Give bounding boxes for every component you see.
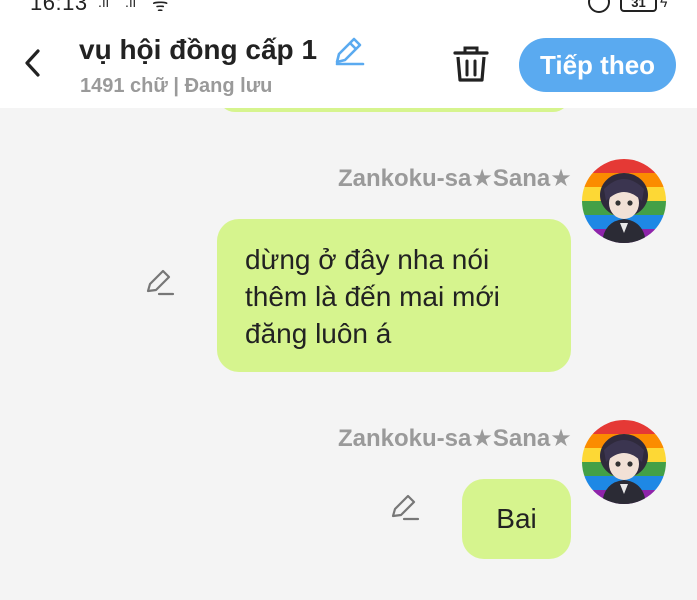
message-bubble[interactable]: dừng ở đây nha nói thêm là đến mai mới đ… — [217, 219, 571, 372]
previous-message-bubble[interactable] — [218, 108, 570, 112]
message-line: Bai — [496, 503, 537, 534]
battery-icon: 31 — [620, 0, 657, 12]
back-button[interactable] — [18, 46, 46, 80]
edit-message-button[interactable] — [143, 266, 175, 298]
wifi-icon: ᯤ — [152, 0, 169, 15]
delete-button[interactable] — [450, 44, 492, 84]
avatar-icon — [582, 420, 666, 504]
chat-area[interactable]: Zankoku-sa★Sana★ dừng ở đây nha nói thêm… — [0, 108, 697, 600]
message-line: dừng ở đây nha nói — [245, 244, 490, 275]
charging-icon: ϟ — [660, 0, 668, 10]
battery-level: 31 — [631, 0, 646, 10]
edit-message-button[interactable] — [388, 491, 420, 523]
message-line: đăng luôn á — [245, 318, 392, 349]
alarm-icon — [588, 0, 610, 13]
word-count-status: 1491 chữ | Đang lưu — [80, 75, 273, 97]
next-button[interactable]: Tiếp theo — [519, 38, 676, 92]
trash-icon — [453, 46, 489, 82]
signal-icon: .ıl — [98, 0, 109, 10]
pencil-icon — [146, 269, 175, 296]
message-line: thêm là đến mai mới — [245, 281, 500, 312]
pencil-icon — [335, 37, 365, 66]
avatar[interactable] — [582, 159, 666, 243]
message-sender: Zankoku-sa★Sana★ — [338, 425, 572, 452]
message-sender: Zankoku-sa★Sana★ — [338, 165, 572, 192]
avatar-icon — [582, 159, 666, 243]
editor-header: vụ hội đồng cấp 1 1491 chữ | Đang lưu Ti… — [0, 18, 697, 108]
back-icon — [25, 49, 40, 77]
status-bar: 16:13 .ıl .ıl ᯤ 31 ϟ — [0, 0, 697, 18]
status-time: 16:13 — [30, 0, 88, 15]
avatar[interactable] — [582, 420, 666, 504]
signal-icon-2: .ıl — [125, 0, 136, 10]
message-bubble[interactable]: Bai — [462, 479, 571, 559]
edit-title-button[interactable] — [331, 34, 365, 68]
pencil-icon — [391, 494, 420, 521]
page-title: vụ hội đồng cấp 1 — [79, 34, 318, 65]
